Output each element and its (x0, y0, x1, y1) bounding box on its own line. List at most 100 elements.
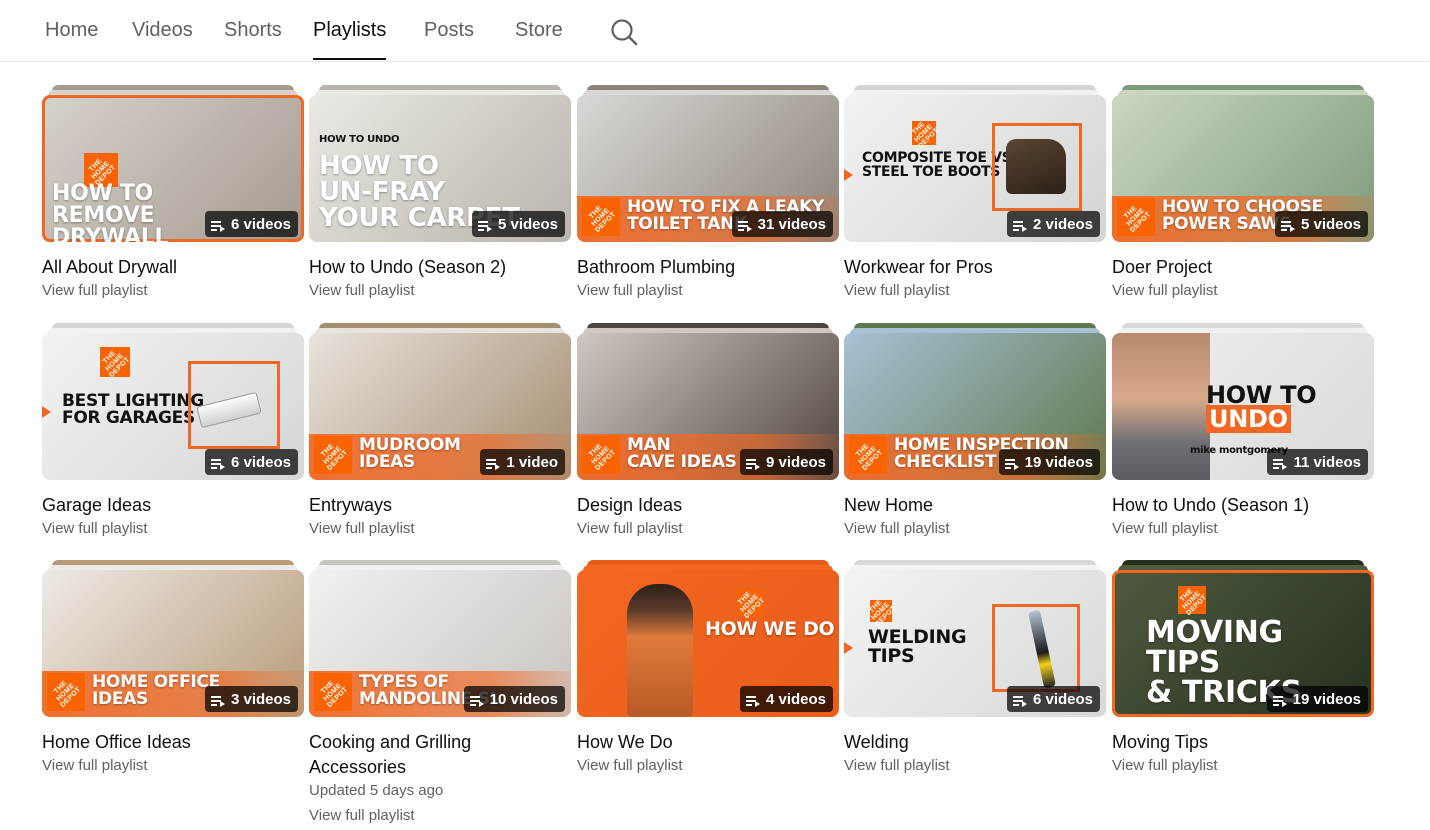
playlist-icon (486, 456, 501, 470)
logo-wordmark: THE HOME DEPOT (588, 204, 618, 234)
playlist-thumbnail[interactable]: THE HOME DEPOT HOW WE DO 4 videos (577, 570, 839, 717)
thumbnail-title-text: BEST LIGHTING FOR GARAGES (62, 391, 204, 428)
playlist-title[interactable]: Workwear for Pros (844, 255, 1106, 280)
video-count-badge: 9 videos (739, 449, 833, 475)
home-depot-logo: THE HOME DEPOT (849, 436, 887, 474)
playlist-thumbnail[interactable]: THE HOME DEPOT HOME OFFICE IDEAS 3 videos (42, 570, 304, 717)
arrow-marker (844, 169, 853, 181)
video-count-text: 9 videos (765, 453, 826, 471)
view-full-playlist-link[interactable]: View full playlist (309, 807, 415, 824)
thumbnail-title-text: WELDING TIPS (868, 626, 967, 667)
boot-icon (1006, 139, 1066, 194)
search-icon[interactable] (608, 16, 640, 48)
view-full-playlist-link[interactable]: View full playlist (309, 282, 415, 299)
playlist-title[interactable]: How to Undo (Season 1) (1112, 493, 1374, 518)
view-full-playlist-link[interactable]: View full playlist (1112, 520, 1218, 537)
tab-playlists[interactable]: Playlists (313, 19, 387, 60)
playlist-title[interactable]: Cooking and Grilling Accessories (309, 730, 571, 780)
video-count-badge: 31 videos (731, 211, 833, 237)
tab-store[interactable]: Store (515, 19, 563, 60)
video-count-badge: 6 videos (1006, 686, 1100, 712)
playlist-thumbnail[interactable]: THE HOME DEPOT MAN CAVE IDEAS 9 videos (577, 333, 839, 480)
home-depot-logo: THE HOME DEPOT (314, 673, 352, 711)
video-count-badge: 5 videos (1274, 211, 1368, 237)
playlist-thumbnail[interactable]: HOW TO UNDO HOW TO UN-FRAY YOUR CARPET 5 v… (309, 95, 571, 242)
undo-tag: HOW TO UNDO (319, 134, 400, 145)
playlist-title[interactable]: Doer Project (1112, 255, 1374, 280)
playlist-icon (1012, 218, 1027, 232)
logo-wordmark: THE HOME DEPOT (1179, 587, 1209, 617)
playlist-title[interactable]: Welding (844, 730, 1106, 755)
playlist-title[interactable]: Home Office Ideas (42, 730, 304, 755)
playlist-icon (1272, 693, 1287, 707)
playlist-thumbnail[interactable]: THEHOMEDEPOTTYPES OF MANDOLINE SL10 vide… (309, 570, 571, 717)
video-count-text: 5 videos (497, 215, 558, 233)
playlist-title[interactable]: All About Drywall (42, 255, 304, 280)
tab-posts[interactable]: Posts (424, 19, 474, 60)
logo-wordmark: THE HOME DEPOT (320, 442, 350, 472)
playlist-thumbnail[interactable]: THE HOME DEPOT HOW TO CHOOSE POWER SAWS 5 vi… (1112, 95, 1374, 242)
video-count-badge: 5 videos (471, 211, 565, 237)
thumbnail-title-text: HOW TO REMOVE DRYWALL (52, 181, 169, 243)
playlist-thumbnail[interactable]: THE HOME DEPOT HOW TO REMOVE DRYWALL 6 video… (42, 95, 304, 242)
playlist-thumbnail[interactable]: THE HOME DEPOT BEST LIGHTING FOR GARAGES 6 v… (42, 333, 304, 480)
undo-title: HOW TO UNDO (1206, 381, 1317, 433)
home-depot-logo: THE HOME DEPOT (737, 590, 766, 619)
playlist-title[interactable]: Entryways (309, 493, 571, 518)
playlist-title[interactable]: How to Undo (Season 2) (309, 255, 571, 280)
playlist-icon (477, 218, 492, 232)
playlist-title[interactable]: Design Ideas (577, 493, 839, 518)
playlist-thumbnail[interactable]: THE HOME DEPOT COMPOSITE TOE VS STEEL TOE B… (844, 95, 1106, 242)
home-depot-logo: THE HOME DEPOT (1117, 198, 1155, 236)
playlist-thumbnail[interactable]: THE HOME DEPOT HOW TO FIX A LEAKY TOILET TA… (577, 95, 839, 242)
tab-shorts[interactable]: Shorts (224, 19, 282, 60)
video-count-text: 6 videos (230, 215, 291, 233)
playlist-thumbnail[interactable]: THE HOME DEPOT WELDING TIPS 6 videos (844, 570, 1106, 717)
video-count-text: 2 videos (1032, 215, 1093, 233)
playlist-icon (1280, 218, 1295, 232)
home-depot-logo: THE HOME DEPOT (582, 436, 620, 474)
playlist-title[interactable]: Garage Ideas (42, 493, 304, 518)
playlist-title[interactable]: Bathroom Plumbing (577, 255, 839, 280)
tab-home[interactable]: Home (45, 19, 98, 60)
channel-tab-bar: Home Videos Shorts Playlists Posts Store (0, 0, 1430, 62)
thumbnail-title-text: HOW WE DO (705, 618, 835, 640)
playlist-icon (469, 693, 484, 707)
video-count-badge: 10 videos (463, 686, 565, 712)
view-full-playlist-link[interactable]: View full playlist (577, 282, 683, 299)
playlist-thumbnail[interactable]: HOW TO UNDO mike montgomery 11 videos (1112, 333, 1374, 480)
video-count-badge: 19 videos (998, 449, 1100, 475)
view-full-playlist-link[interactable]: View full playlist (309, 520, 415, 537)
video-count-text: 1 video (506, 453, 558, 471)
view-full-playlist-link[interactable]: View full playlist (42, 282, 148, 299)
playlist-title[interactable]: How We Do (577, 730, 839, 755)
video-count-text: 19 videos (1024, 453, 1093, 471)
view-full-playlist-link[interactable]: View full playlist (577, 520, 683, 537)
playlist-icon (1012, 693, 1027, 707)
playlist-thumbnail[interactable]: THE HOME DEPOT MOVING TIPS & TRICKS 19 video… (1112, 570, 1374, 717)
playlist-title[interactable]: Moving Tips (1112, 730, 1374, 755)
view-full-playlist-link[interactable]: View full playlist (42, 520, 148, 537)
arrow-marker (844, 642, 853, 654)
view-full-playlist-link[interactable]: View full playlist (42, 757, 148, 774)
logo-wordmark: THE HOME DEPOT (1123, 204, 1153, 234)
view-full-playlist-link[interactable]: View full playlist (844, 757, 950, 774)
view-full-playlist-link[interactable]: View full playlist (844, 282, 950, 299)
video-count-text: 31 videos (757, 215, 826, 233)
playlist-thumbnail[interactable]: THE HOME DEPOT MUDROOM IDEAS 1 video (309, 333, 571, 480)
video-count-text: 11 videos (1293, 453, 1361, 471)
playlist-icon (745, 693, 760, 707)
playlist-title[interactable]: New Home (844, 493, 1106, 518)
view-full-playlist-link[interactable]: View full playlist (1112, 757, 1218, 774)
video-count-badge: 3 videos (204, 686, 298, 712)
video-count-badge: 6 videos (204, 211, 298, 237)
view-full-playlist-link[interactable]: View full playlist (1112, 282, 1218, 299)
host-photo (1112, 333, 1210, 480)
view-full-playlist-link[interactable]: View full playlist (844, 520, 950, 537)
playlist-thumbnail[interactable]: THE HOME DEPOT HOME INSPECTION CHECKLIST 19 … (844, 333, 1106, 480)
logo-wordmark: THE HOME DEPOT (320, 679, 350, 709)
tab-videos[interactable]: Videos (132, 19, 193, 60)
logo-wordmark: THE HOME DEPOT (855, 442, 885, 472)
view-full-playlist-link[interactable]: View full playlist (577, 757, 683, 774)
video-count-text: 6 videos (1032, 690, 1093, 708)
